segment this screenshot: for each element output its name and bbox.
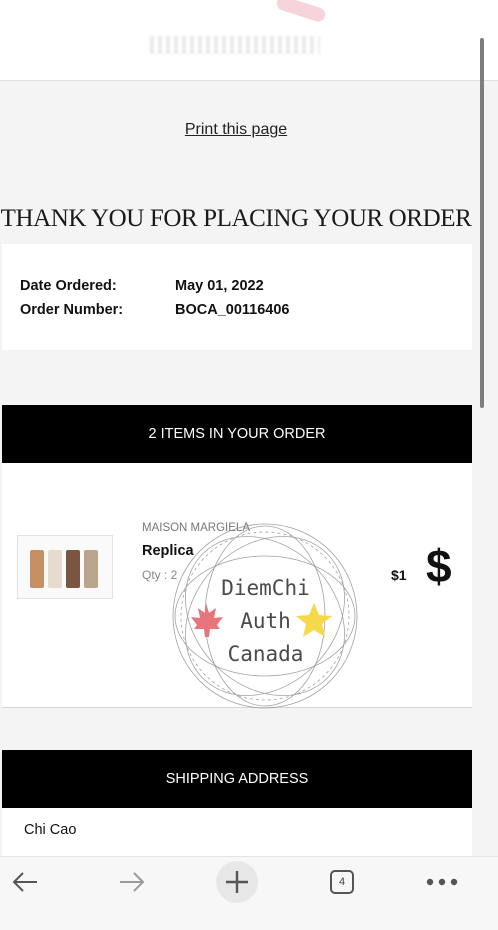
page-title: THANK YOU FOR PLACING YOUR ORDER [0,205,472,232]
arrow-right-icon [120,872,145,892]
date-ordered-label: Date Ordered: [20,278,117,294]
blurred-site-logo [150,36,320,54]
shipping-name: Chi Cao [24,822,77,838]
tab-count-icon: 4 [330,870,354,894]
watermark-line1: DiemChi [221,576,310,600]
watermark-line2: Auth [240,609,291,633]
order-number-label: Order Number: [20,302,124,318]
dollar-sign-overlay: $ [426,540,452,592]
watermark-logo: DiemChi Auth Canada [168,519,363,714]
order-info-box: Date Ordered: May 01, 2022 Order Number:… [2,244,472,350]
thumb-vial [66,550,80,588]
menu-button[interactable] [422,857,462,907]
items-header-bar: 2 ITEMS IN YOUR ORDER [2,405,472,463]
plus-icon [216,861,258,903]
back-button[interactable] [0,857,50,907]
more-dots-icon [426,878,458,886]
browser-nav-bar: 4 [0,856,498,930]
arrow-left-icon [12,872,37,892]
shipping-header-bar: SHIPPING ADDRESS [2,750,472,808]
thumb-vial [30,550,44,588]
forward-button[interactable] [112,857,152,907]
thumb-vial [48,550,62,588]
print-page-link[interactable]: Print this page [0,121,472,139]
tabs-button[interactable]: 4 [326,857,358,907]
item-price: $1 [391,567,407,583]
thumb-vial [84,550,98,588]
pink-scribble [275,0,327,24]
date-ordered-value: May 01, 2022 [175,278,264,294]
watermark-line3: Canada [227,642,304,666]
browser-top-area [0,0,498,81]
order-number-value: BOCA_00116406 [175,302,290,318]
new-tab-button[interactable] [216,857,258,907]
scrollbar[interactable] [480,38,484,408]
product-thumbnail[interactable] [17,535,113,599]
